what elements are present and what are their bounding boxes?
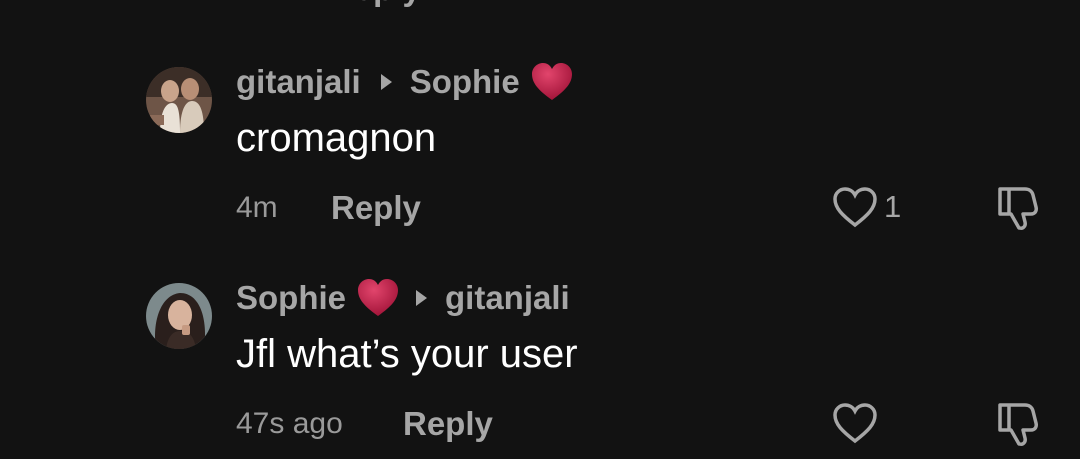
previous-dislike-icon[interactable] (996, 0, 1044, 2)
reply-button[interactable]: Reply (403, 405, 493, 443)
caret-right-icon (416, 290, 428, 306)
thumbs-down-outline-icon (998, 403, 1038, 446)
like-button[interactable]: 1 (832, 186, 901, 228)
comment-meta: 47s ago Reply (236, 404, 493, 444)
previous-reply-button[interactable]: Reply (331, 0, 421, 8)
previous-timestamp: 5h (236, 0, 269, 6)
thumbs-down-outline-icon (998, 187, 1038, 230)
red-heart-emoji-icon (358, 279, 399, 316)
reply-to-name[interactable]: gitanjali (445, 279, 570, 317)
comment-text: cromagnon (236, 116, 437, 160)
like-count: 1 (884, 189, 902, 224)
comment-header: Sophie gitanjali (236, 278, 570, 318)
author-name[interactable]: Sophie (236, 279, 346, 317)
dislike-button[interactable] (994, 400, 1042, 453)
heart-outline-icon (833, 187, 877, 228)
previous-comment-actions: 5h Reply (0, 0, 1080, 8)
reply-to-name[interactable]: Sophie (410, 63, 520, 101)
author-name[interactable]: gitanjali (236, 63, 361, 101)
caret-right-icon (380, 74, 392, 90)
reply-button[interactable]: Reply (331, 189, 421, 227)
comment-header: gitanjali Sophie (236, 62, 574, 102)
dislike-button[interactable] (994, 184, 1042, 237)
timestamp: 47s ago (236, 407, 343, 440)
avatar[interactable] (146, 283, 212, 349)
comment-meta: 4m Reply (236, 188, 421, 228)
red-heart-emoji-icon (531, 63, 572, 100)
avatar[interactable] (146, 67, 212, 133)
timestamp: 4m (236, 191, 278, 224)
heart-outline-icon (833, 403, 877, 444)
comment-text: Jfl what’s your user (236, 332, 578, 376)
like-button[interactable] (832, 402, 884, 444)
